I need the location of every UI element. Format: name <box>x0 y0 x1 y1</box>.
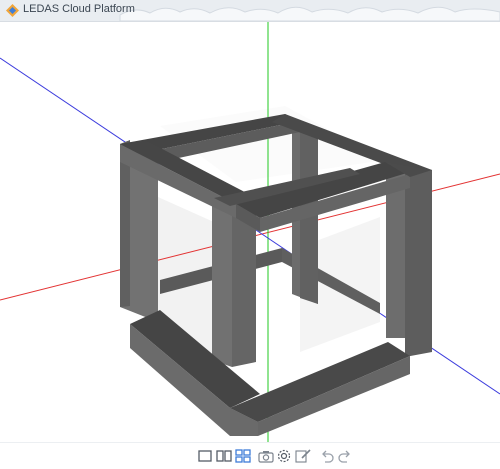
single-view-icon <box>198 450 212 462</box>
undo-button[interactable] <box>318 447 336 465</box>
four-views-icon <box>235 449 251 463</box>
view-toolbar <box>0 442 500 469</box>
two-views-icon <box>216 450 232 462</box>
settings-button[interactable] <box>275 447 293 465</box>
3d-viewport[interactable] <box>0 22 500 442</box>
undo-icon <box>322 450 334 463</box>
screenshot-button[interactable] <box>257 447 275 465</box>
pencil-icon <box>295 449 311 463</box>
logo-icon <box>6 4 19 17</box>
camera-icon <box>258 451 274 463</box>
edit-button[interactable] <box>294 447 312 465</box>
gear-icon <box>277 449 291 463</box>
four-views-button[interactable] <box>234 447 252 465</box>
redo-button[interactable] <box>336 447 354 465</box>
two-views-button[interactable] <box>215 447 233 465</box>
single-view-button[interactable] <box>196 447 214 465</box>
title-bar: LEDAS Cloud Platform <box>0 0 500 22</box>
redo-icon <box>338 450 350 463</box>
app-title: LEDAS Cloud Platform <box>23 3 135 15</box>
